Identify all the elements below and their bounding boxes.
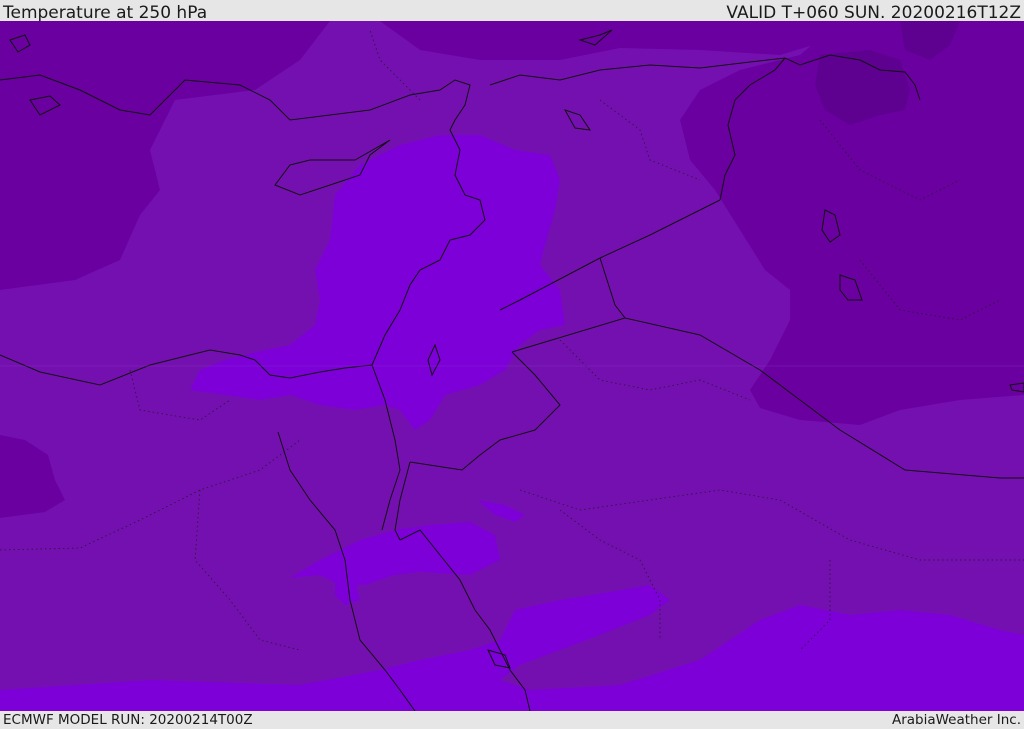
valid-time-label: VALID T+060 SUN. 20200216T12Z — [726, 3, 1021, 23]
temperature-map — [0, 21, 1024, 711]
map-title: Temperature at 250 hPa — [3, 3, 208, 23]
credit-label: ArabiaWeather Inc. — [891, 712, 1021, 728]
model-run-label: ECMWF MODEL RUN: 20200214T00Z — [3, 712, 253, 728]
